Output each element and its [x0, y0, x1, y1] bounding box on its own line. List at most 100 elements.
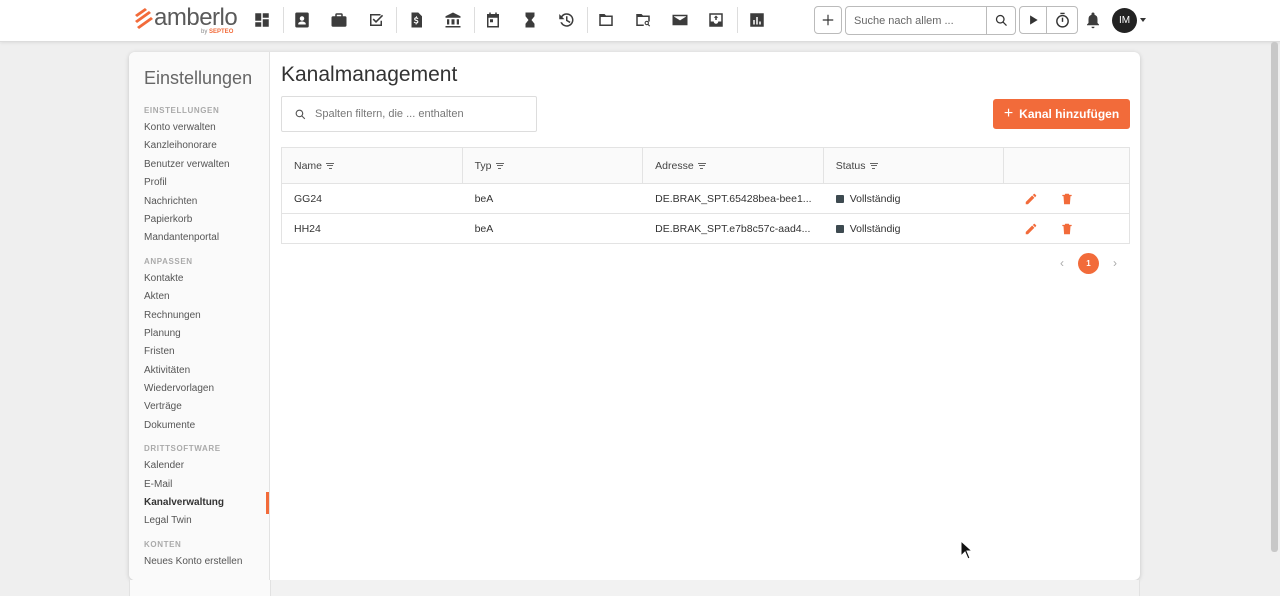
cell-status: Vollständig — [824, 184, 1005, 213]
sidebar-section-heading: EINSTELLUNGEN — [144, 106, 220, 115]
toolbar-divider — [587, 7, 588, 33]
toolbar-divider — [396, 7, 397, 33]
bell-icon[interactable] — [1082, 9, 1104, 31]
sidebar-item-wiedervorlagen[interactable]: Wiedervorlagen — [129, 380, 269, 398]
table-row[interactable]: HH24 beA DE.BRAK_SPT.e7b8c57c-aad4... Vo… — [282, 214, 1129, 243]
row-actions — [1004, 184, 1129, 213]
sidebar-item-kanalverwaltung[interactable]: Kanalverwaltung — [129, 491, 269, 515]
stopwatch-icon — [1055, 12, 1069, 28]
sidebar-section-heading: KONTEN — [144, 539, 182, 549]
sidebar-item-benutzer-verwalten[interactable]: Benutzer verwalten — [129, 156, 269, 174]
global-search-input[interactable]: Suche nach allem ... — [845, 6, 987, 35]
page-scrollbar[interactable] — [1271, 42, 1278, 552]
card-bottom-strip — [129, 580, 1140, 596]
sidebar-item-legal-twin[interactable]: Legal Twin — [129, 512, 269, 530]
sidebar-item-kalender[interactable]: Kalender — [129, 457, 269, 475]
sidebar-item-verträge[interactable]: Verträge — [129, 398, 269, 416]
mail-icon[interactable] — [669, 9, 691, 31]
sidebar-title: Einstellungen — [144, 68, 253, 88]
edit-pencil-icon[interactable] — [1024, 192, 1038, 206]
sidebar-item-profil[interactable]: Profil — [129, 174, 269, 192]
dashboard-icon[interactable] — [251, 9, 273, 31]
sidebar-section-heading: ANPASSEN — [144, 256, 193, 266]
cell-typ: beA — [474, 222, 494, 235]
sidebar-item-akten[interactable]: Akten — [129, 288, 269, 306]
sidebar-item-kontakte[interactable]: Kontakte — [129, 270, 269, 288]
sort-icon[interactable] — [697, 161, 706, 170]
plus-icon — [822, 14, 834, 26]
delete-trash-icon[interactable] — [1060, 192, 1074, 206]
top-navigation-bar: amberlo by SEPTEO Suche nach allem ... I… — [0, 0, 1280, 42]
page-number-current[interactable]: 1 — [1078, 252, 1099, 274]
row-actions — [1004, 214, 1129, 243]
edit-pencil-icon[interactable] — [1024, 222, 1038, 236]
column-filter-input[interactable]: Spalten filtern, die ... enthalten — [281, 96, 537, 132]
sidebar-bottom-strip — [130, 580, 271, 596]
column-header-actions — [1004, 148, 1129, 183]
cell-adresse: DE.BRAK_SPT.65428bea-bee1... — [655, 192, 812, 205]
add-channel-label: Kanal hinzufügen — [1019, 107, 1120, 121]
sidebar-item-fristen[interactable]: Fristen — [129, 343, 269, 361]
logo-subtext: by SEPTEO — [201, 29, 234, 35]
hourglass-icon[interactable] — [519, 9, 541, 31]
sort-icon[interactable] — [495, 161, 504, 170]
logo-text: amberlo — [154, 4, 238, 31]
briefcase-icon[interactable] — [328, 9, 350, 31]
inbox-icon[interactable] — [705, 9, 727, 31]
sidebar-item-papierkorb[interactable]: Papierkorb — [129, 211, 269, 229]
sidebar-menu: EINSTELLUNGEN Konto verwalten Kanzleihonor… — [129, 97, 269, 571]
sidebar-item-planung[interactable]: Planung — [129, 325, 269, 343]
sidebar-item-nachrichten[interactable]: Nachrichten — [129, 193, 269, 211]
calendar-icon[interactable] — [482, 9, 504, 31]
column-header-status[interactable]: Status — [824, 148, 1005, 183]
stopwatch-button[interactable] — [1046, 6, 1078, 34]
column-header-adresse[interactable]: Adresse — [643, 148, 824, 183]
status-indicator — [835, 224, 844, 233]
column-header-name[interactable]: Name — [282, 148, 463, 183]
user-avatar[interactable]: IM — [1112, 8, 1137, 33]
search-icon — [295, 109, 306, 119]
sidebar-item-konto-verwalten[interactable]: Konto verwalten — [129, 119, 269, 137]
sidebar-item-kanzleihonorare[interactable]: Kanzleihonorare — [129, 137, 269, 155]
sidebar-item-neues-konto-erstellen[interactable]: Neues Konto erstellen — [129, 553, 269, 571]
bank-icon[interactable] — [442, 9, 464, 31]
settings-card: Einstellungen EINSTELLUNGEN Konto verwalt… — [129, 52, 1140, 580]
sidebar-section-heading: DRITTSOFTWARE — [144, 444, 221, 454]
contacts-icon[interactable] — [291, 9, 313, 31]
delete-trash-icon[interactable] — [1060, 222, 1074, 236]
toolbar-divider — [737, 7, 738, 33]
tasks-check-icon[interactable] — [365, 9, 387, 31]
next-page-chevron-icon[interactable]: › — [1105, 256, 1125, 270]
sort-icon[interactable] — [869, 161, 878, 170]
prev-page-chevron-icon[interactable]: ‹ — [1052, 256, 1072, 270]
sort-icon[interactable] — [326, 161, 335, 170]
folder-icon[interactable] — [595, 9, 617, 31]
logo-stripes-icon — [135, 8, 153, 29]
folder-search-icon[interactable] — [632, 9, 654, 31]
add-channel-button[interactable]: + Kanal hinzufügen — [993, 99, 1130, 129]
sidebar-item-aktivitäten[interactable]: Aktivitäten — [129, 362, 269, 380]
column-header-typ[interactable]: Typ — [463, 148, 644, 183]
cell-adresse: DE.BRAK_SPT.e7b8c57c-aad4... — [655, 222, 811, 235]
play-timer-button[interactable] — [1019, 6, 1047, 34]
reports-chart-icon[interactable] — [746, 9, 768, 31]
table-header-row: Name Typ Adresse Status — [282, 148, 1129, 184]
quick-add-button[interactable] — [814, 6, 842, 34]
cell-name: GG24 — [294, 192, 323, 205]
play-icon — [1030, 15, 1038, 25]
pagination: ‹ 1 › — [1052, 252, 1125, 274]
sidebar-item-e-mail[interactable]: E-Mail — [129, 476, 269, 494]
cell-name: HH24 — [294, 222, 321, 235]
filter-placeholder: Spalten filtern, die ... enthalten — [315, 108, 464, 120]
history-icon[interactable] — [555, 9, 577, 31]
table-row[interactable]: GG24 beA DE.BRAK_SPT.65428bea-bee1... Vo… — [282, 184, 1129, 214]
sidebar-item-rechnungen[interactable]: Rechnungen — [129, 307, 269, 325]
invoice-dollar-icon[interactable] — [405, 9, 427, 31]
sidebar-item-mandantenportal[interactable]: Mandantenportal — [129, 229, 269, 247]
cell-typ: beA — [474, 192, 494, 205]
sidebar-item-dokumente[interactable]: Dokumente — [129, 417, 269, 435]
search-button[interactable] — [986, 6, 1016, 35]
user-menu-caret-icon[interactable] — [1140, 18, 1146, 22]
toolbar-divider — [283, 7, 284, 33]
toolbar-divider — [474, 7, 475, 33]
